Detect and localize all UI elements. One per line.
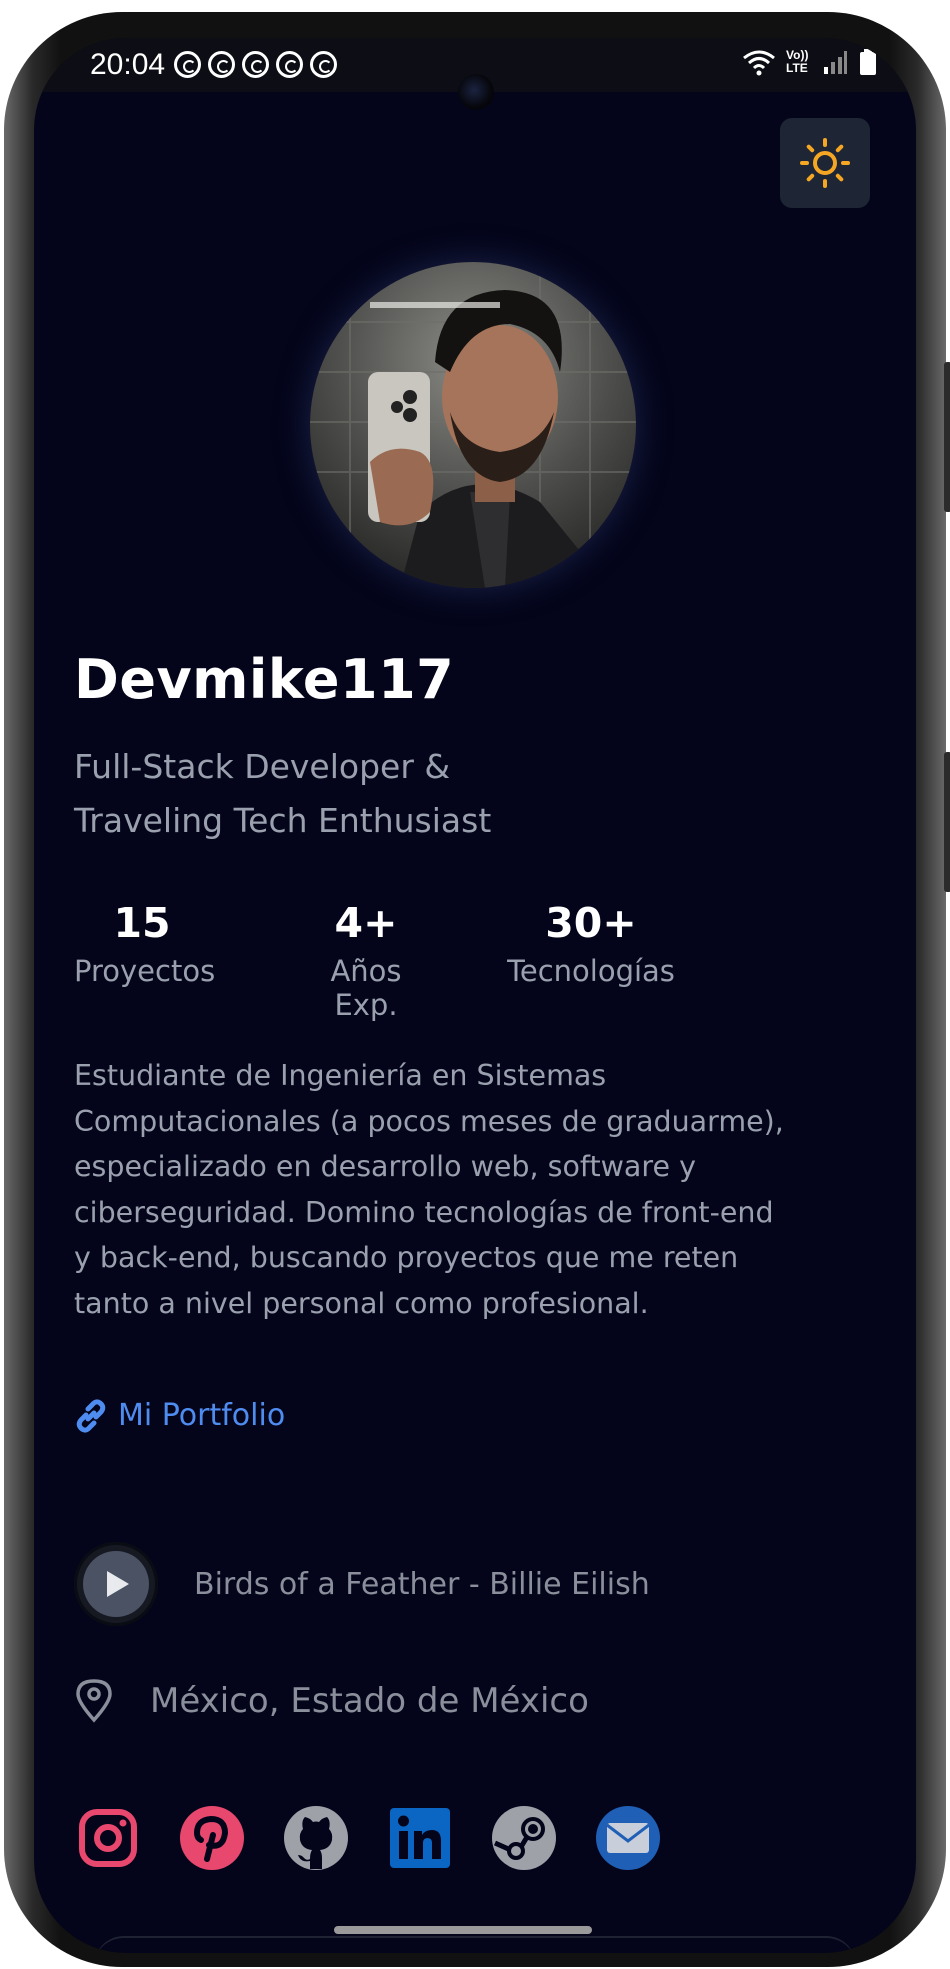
volume-button xyxy=(944,752,950,892)
location-pin-icon xyxy=(76,1679,112,1723)
whatsapp-icon xyxy=(276,51,303,78)
network-label: Vo)) LTE xyxy=(786,48,809,75)
whatsapp-icon xyxy=(208,51,235,78)
screen: 20:04 Vo)) LTE Devmike117 Full-Stack Dev… xyxy=(34,38,916,1953)
whatsapp-icon xyxy=(174,51,201,78)
steam-icon xyxy=(492,1806,556,1870)
social-links xyxy=(74,1804,662,1872)
play-button[interactable] xyxy=(74,1542,158,1626)
portfolio-link[interactable]: Mi Portfolio xyxy=(74,1398,285,1433)
profile-name: Devmike117 xyxy=(74,648,455,711)
stat-label: Proyectos xyxy=(74,954,216,988)
pinterest-link[interactable] xyxy=(178,1804,246,1872)
email-icon xyxy=(596,1806,660,1870)
linkedin-icon xyxy=(390,1808,450,1868)
stat-label: Años Exp. xyxy=(330,954,402,1022)
wifi-icon xyxy=(743,50,775,76)
status-indicators: Vo)) LTE xyxy=(742,48,878,76)
power-button xyxy=(944,362,950,512)
whatsapp-icon xyxy=(242,51,269,78)
github-icon xyxy=(284,1806,348,1870)
instagram-icon xyxy=(79,1809,137,1867)
profile-avatar xyxy=(310,262,636,588)
home-indicator[interactable] xyxy=(334,1926,592,1934)
status-time: 20:04 xyxy=(90,48,166,81)
song-title: Birds of a Feather - Billie Eilish xyxy=(194,1566,650,1602)
front-camera xyxy=(458,74,494,110)
instagram-link[interactable] xyxy=(74,1804,142,1872)
signal-icon xyxy=(824,51,847,74)
notification-icons xyxy=(174,51,337,78)
bottom-card-edge xyxy=(94,1936,856,1953)
stat-experience: 4+ Años Exp. xyxy=(298,898,434,1022)
location-text: México, Estado de México xyxy=(150,1681,589,1721)
whatsapp-icon xyxy=(310,51,337,78)
theme-toggle-button[interactable] xyxy=(780,118,870,208)
music-player: Birds of a Feather - Billie Eilish xyxy=(74,1542,650,1626)
phone-frame: 20:04 Vo)) LTE Devmike117 Full-Stack Dev… xyxy=(4,12,950,1967)
github-link[interactable] xyxy=(282,1804,350,1872)
pinterest-icon xyxy=(180,1806,244,1870)
sun-icon xyxy=(800,138,850,188)
email-link[interactable] xyxy=(594,1804,662,1872)
profile-subtitle: Full-Stack Developer & Traveling Tech En… xyxy=(74,747,492,840)
linkedin-link[interactable] xyxy=(386,1804,454,1872)
link-icon xyxy=(76,1398,106,1433)
stat-technologies: 30+ Tecnologías xyxy=(496,898,686,1022)
location: México, Estado de México xyxy=(74,1678,589,1724)
stat-value: 15 xyxy=(113,899,171,947)
battery-icon xyxy=(860,49,876,75)
about-text: Estudiante de Ingeniería en Sistemas Com… xyxy=(74,1059,784,1320)
portfolio-label: Mi Portfolio xyxy=(118,1398,286,1433)
stat-value: 30+ xyxy=(545,899,637,947)
stat-label: Tecnologías xyxy=(507,954,675,988)
steam-link[interactable] xyxy=(490,1804,558,1872)
play-icon xyxy=(107,1571,129,1597)
stats-row: 15 Proyectos 4+ Años Exp. 30+ Tecnología… xyxy=(74,898,686,1022)
stat-value: 4+ xyxy=(334,899,398,947)
stat-projects: 15 Proyectos xyxy=(74,898,216,1022)
